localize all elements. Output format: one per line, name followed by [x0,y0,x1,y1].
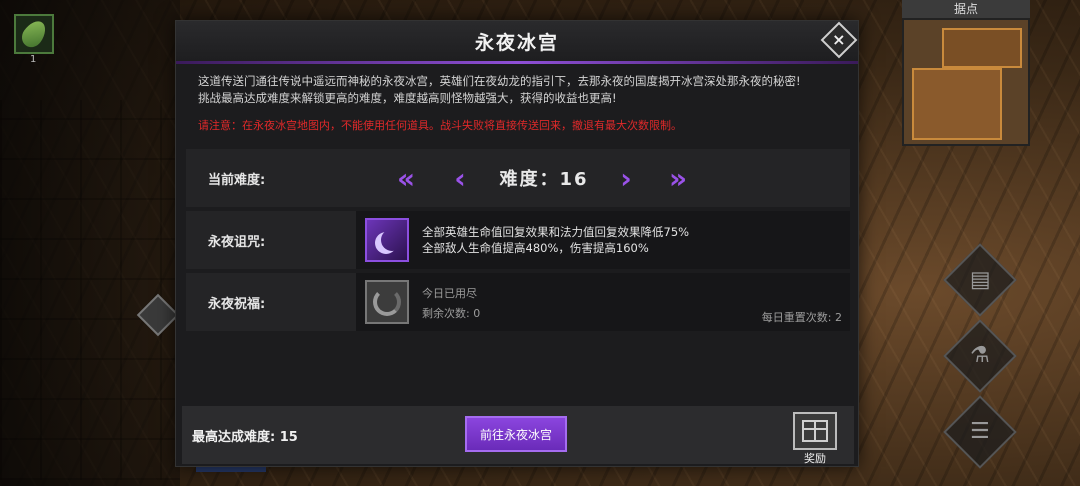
eternal-night-dialog: 永夜冰宫 × 这道传送门通往传说中遥远而神秘的永夜冰宫，英雄们在夜幼龙的指引下，… [175,20,859,467]
warning-text: 请注意：在永夜冰宫地图内，不能使用任何道具。战斗失败将直接传送回来，撤退有最大次… [198,119,682,132]
item-slot[interactable] [14,14,54,54]
item-count: 1 [30,54,37,65]
daily-reset-count: 每日重置次数: 2 [761,311,842,324]
chevron-left-icon: ‹ [454,161,466,195]
curse-effect: 全部英雄生命值回复效果和法力值回复效果降低75% [422,225,690,239]
description-line: 这道传送门通往传说中遥远而神秘的永夜冰宫，英雄们在夜幼龙的指引下，去那永夜的国度… [198,74,801,88]
minimap-room [912,68,1002,140]
close-icon: × [832,30,846,49]
curse-label: 永夜诅咒: [208,235,266,250]
reward-label: 奖励 [804,452,826,465]
curse-moon-icon[interactable] [365,218,409,262]
go-to-palace-button[interactable]: 前往永夜冰宫 [465,416,567,452]
minimap[interactable] [902,18,1030,146]
minimap-title: 据点 [902,0,1030,18]
blessing-label: 永夜祝福: [208,297,266,312]
reward-button[interactable]: 奖励 [792,412,838,465]
difficulty-label: 当前难度: [208,173,266,188]
prev-difficulty-button[interactable]: ‹ [440,149,480,207]
double-chevron-left-icon: « [396,161,416,195]
double-chevron-right-icon: » [668,161,688,195]
minimap-room [942,28,1022,68]
curse-box: 全部英雄生命值回复效果和法力值回复效果降低75% 全部敌人生命值提高480%，伤… [356,211,850,269]
last-difficulty-button[interactable]: » [658,149,698,207]
first-difficulty-button[interactable]: « [386,149,426,207]
floor-grid [0,100,180,480]
dialog-header: 永夜冰宫 [176,21,858,61]
blessing-row: 永夜祝福: 今日已用尽 剩余次数: 0 每日重置次数: 2 [186,273,850,331]
dialog-title: 永夜冰宫 [474,31,559,54]
chevron-right-icon: › [620,161,632,195]
next-difficulty-button[interactable]: › [606,149,646,207]
description-line: 挑战最高达成难度来解锁更高的难度，难度越高则怪物越强大，获得的收益也更高! [198,91,617,105]
header-divider [176,61,858,64]
difficulty-row: 当前难度: « ‹ 难度：16 › » [186,149,850,207]
blessing-swirl-icon[interactable] [365,280,409,324]
blessing-box: 今日已用尽 剩余次数: 0 每日重置次数: 2 [356,273,850,331]
gift-icon [802,420,828,442]
difficulty-value: 难度：16 [499,169,589,190]
dialog-description: 这道传送门通往传说中遥远而神秘的永夜冰宫，英雄们在夜幼龙的指引下，去那永夜的国度… [198,73,848,107]
potion-icon: ⚗ [970,342,990,368]
scroll-icon: ▤ [969,266,991,292]
dialog-footer: 最高达成难度: 15 前往永夜冰宫 奖励 [182,406,854,465]
blessing-status: 今日已用尽 [422,287,477,300]
blessing-remaining: 剩余次数: 0 [422,307,481,320]
leaf-item-icon [17,16,51,52]
best-difficulty: 最高达成难度: 15 [192,430,298,445]
gift-box [793,412,837,450]
curse-effect: 全部敌人生命值提高480%，伤害提高160% [422,241,649,255]
list-icon: ☰ [970,418,990,444]
curse-row: 永夜诅咒: 全部英雄生命值回复效果和法力值回复效果降低75% 全部敌人生命值提高… [186,211,850,269]
